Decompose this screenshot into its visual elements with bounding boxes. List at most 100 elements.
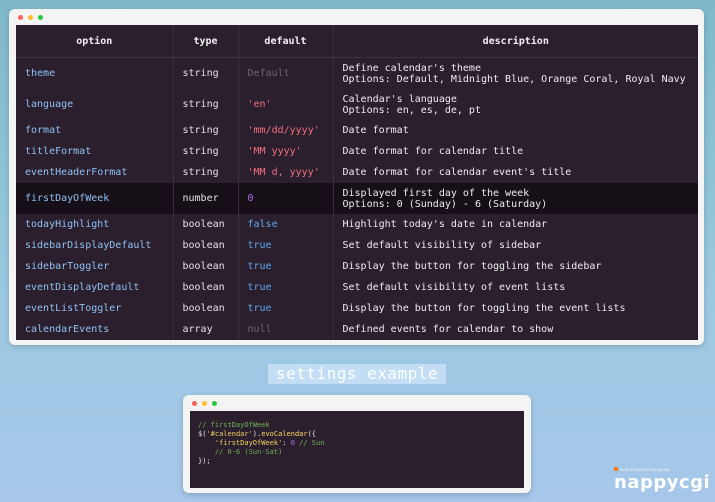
default-value-cell: Default — [237, 57, 333, 89]
description-cell: Defined events for calendar to show — [332, 319, 698, 340]
table-row: eventListToggler boolean true Display the b… — [16, 298, 698, 319]
description-cell: Display the button for toggling the side… — [332, 256, 698, 277]
code-colon: : — [282, 439, 291, 447]
description-line: Display the button for toggling the even… — [342, 303, 626, 314]
type-cell: string — [172, 120, 238, 141]
description-line: Defined events for calendar to show — [342, 324, 554, 335]
description-cell: Set default visibility of event lists — [332, 277, 698, 298]
table-row: theme string Default Define calendar's them… — [16, 57, 698, 89]
header-type: type — [172, 25, 238, 58]
description-options-line: Options: 0 (Sunday) - 6 (Saturday) — [342, 198, 548, 210]
header-default: default — [237, 25, 333, 58]
table-header-row: option type default description — [16, 25, 698, 58]
default-value-cell: true — [237, 277, 333, 298]
header-option: option — [16, 25, 173, 58]
description-cell: Date format for calendar event's title — [332, 162, 698, 183]
option-name-cell: eventListToggler — [25, 303, 122, 314]
type-cell: array — [172, 319, 238, 340]
description-line: Date format — [342, 125, 409, 136]
type-cell: boolean — [172, 298, 238, 319]
code-comment: // firstDayOfWeek — [198, 421, 270, 429]
options-table: option type default description theme str… — [16, 25, 698, 340]
options-table-container: option type default description theme str… — [16, 25, 698, 340]
table-row: sidebarDisplayDefault boolean true Set defa… — [16, 235, 698, 256]
description-cell: Calendar's language Options: en, es, de, … — [332, 89, 698, 120]
description-cell: Displayed first day of the week Options: … — [332, 183, 698, 214]
description-line: Set default visibility of sidebar — [342, 240, 542, 251]
option-name-cell: todayHighlight — [25, 219, 110, 230]
default-value-cell: false — [237, 214, 333, 235]
option-name-cell: format — [25, 125, 62, 136]
code-example-window: // firstDayOfWeek $('#calendar').evoCale… — [183, 395, 531, 493]
description-options-line: Options: en, es, de, pt — [342, 104, 481, 116]
table-row: eventDisplayDefault boolean true Set defaul… — [16, 277, 698, 298]
type-cell: string — [172, 141, 238, 162]
default-value-cell: 'en' — [237, 89, 333, 120]
option-name-cell: sidebarDisplayDefault — [25, 240, 152, 251]
option-name-cell: eventDisplayDefault — [25, 282, 140, 293]
default-value-cell: 'mm/dd/yyyy' — [237, 120, 333, 141]
option-name-cell: language — [25, 99, 74, 110]
default-value-cell: null — [237, 319, 333, 340]
description-line: Displayed first day of the week — [342, 187, 530, 199]
description-line: Calendar's language — [342, 93, 457, 105]
type-cell: boolean — [172, 235, 238, 256]
table-row: language string'en' Calendar's language Opt… — [16, 89, 698, 120]
description-line: Highlight today's date in calendar — [342, 219, 548, 230]
default-value-cell: 'MM d, yyyy' — [237, 162, 333, 183]
table-row: todayHighlight boolean false Highlight toda… — [16, 214, 698, 235]
option-name-cell: firstDayOfWeek — [16, 183, 173, 214]
description-options-line: Options: Default, Midnight Blue, Orange … — [342, 73, 686, 85]
option-name-cell: eventHeaderFormat — [25, 167, 128, 178]
table-row: eventHeaderFormat string 'MM d, yyyy' Date … — [16, 162, 698, 183]
window-controls — [18, 15, 43, 20]
minimize-dot-icon[interactable] — [28, 15, 33, 20]
table-row: sidebarToggler boolean true Display the but… — [16, 256, 698, 277]
code-dot: ). — [252, 430, 262, 438]
code-range-comment: // 0-6 (Sun-Sat) — [214, 448, 283, 456]
option-name-cell: calendarEvents — [25, 324, 110, 335]
default-value-cell: 'MM yyyy' — [237, 141, 333, 162]
minimize-dot-icon[interactable] — [202, 401, 207, 406]
type-cell: boolean — [172, 277, 238, 298]
close-dot-icon[interactable] — [18, 15, 23, 20]
description-cell: Date format for calendar title — [332, 141, 698, 162]
options-table-body: theme string Default Define calendar's them… — [16, 57, 698, 340]
type-cell: string — [172, 89, 238, 120]
type-cell: string — [172, 57, 238, 89]
description-line: Date format for calendar event's title — [342, 167, 572, 178]
type-cell: boolean — [172, 256, 238, 277]
option-name-cell: theme — [25, 68, 56, 79]
code-open: ({ — [307, 430, 317, 438]
maximize-dot-icon[interactable] — [38, 15, 43, 20]
table-row: firstDayOfWeek number 0 Displayed first day… — [16, 183, 698, 214]
description-line: Set default visibility of event lists — [342, 282, 566, 293]
close-dot-icon[interactable] — [192, 401, 197, 406]
type-cell: number — [172, 183, 238, 214]
logo-wordmark: nappycgi — [614, 472, 711, 493]
table-row: calendarEvents array null Defined events fo… — [16, 319, 698, 340]
code-block: // firstDayOfWeek $('#calendar').evoCale… — [190, 411, 524, 488]
default-value-cell: true — [237, 256, 333, 277]
description-line: Define calendar's theme — [342, 62, 481, 74]
code-function: evoCalendar — [261, 430, 308, 438]
header-description: description — [332, 25, 698, 58]
options-table-window: option type default description theme str… — [9, 9, 704, 345]
description-cell: Define calendar's theme Options: Default,… — [332, 57, 698, 89]
type-cell: string — [172, 162, 238, 183]
code-selector: '#calendar' — [206, 430, 253, 438]
maximize-dot-icon[interactable] — [212, 401, 217, 406]
description-cell: Highlight today's date in calendar — [332, 214, 698, 235]
default-value-cell: true — [237, 235, 333, 256]
table-row: titleFormat string 'MM yyyy' Date format fo… — [16, 141, 698, 162]
nappycgi-logo: web programming group nappycgi — [612, 466, 710, 494]
type-cell: boolean — [172, 214, 238, 235]
table-row: format string'mm/dd/yyyy' Date format — [16, 120, 698, 141]
description-cell: Set default visibility of sidebar — [332, 235, 698, 256]
description-cell: Date format — [332, 120, 698, 141]
description-line: Date format for calendar title — [342, 146, 524, 157]
code-close: }); — [198, 457, 211, 465]
settings-example-caption: settings example — [268, 364, 446, 384]
window-controls — [192, 401, 217, 406]
code-inline-comment: // Sun — [294, 439, 325, 447]
